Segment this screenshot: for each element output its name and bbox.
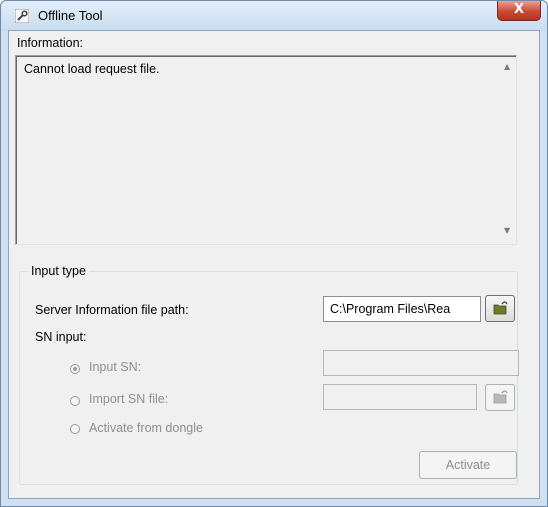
title-bar[interactable]: Offline Tool (1, 1, 547, 31)
window-title: Offline Tool (38, 8, 103, 23)
close-button[interactable]: X (497, 1, 541, 21)
server-info-label: Server Information file path: (35, 303, 189, 317)
activate-from-dongle-label: Activate from dongle (89, 421, 203, 435)
wrench-icon (15, 9, 29, 23)
folder-open-icon (493, 301, 508, 315)
input-sn-field[interactable] (323, 350, 519, 376)
input-sn-radio[interactable] (70, 364, 80, 374)
server-info-path-field[interactable]: C:\Program Files\Rea (323, 296, 481, 322)
scroll-up-arrow-icon[interactable]: ▲ (504, 62, 510, 71)
activate-button[interactable]: Activate (419, 451, 517, 479)
import-sn-file-radio[interactable] (70, 396, 80, 406)
import-sn-file-field[interactable] (323, 384, 477, 410)
information-textbox[interactable]: Cannot load request file. ▲ ▼ (15, 55, 517, 245)
browse-server-info-button[interactable] (485, 295, 515, 322)
scroll-down-arrow-icon[interactable]: ▼ (504, 226, 510, 235)
sn-input-label: SN input: (35, 330, 87, 344)
import-sn-file-label: Import SN file: (89, 392, 169, 406)
close-icon: X (513, 2, 525, 17)
information-text: Cannot load request file. (24, 62, 160, 76)
activate-from-dongle-radio[interactable] (70, 424, 80, 434)
browse-sn-file-button[interactable] (485, 384, 515, 411)
input-type-legend: Input type (28, 264, 89, 278)
folder-open-icon (493, 390, 508, 404)
input-sn-label: Input SN: (89, 360, 142, 374)
information-label: Information: (17, 36, 84, 50)
server-info-path-value: C:\Program Files\Rea (330, 302, 451, 316)
